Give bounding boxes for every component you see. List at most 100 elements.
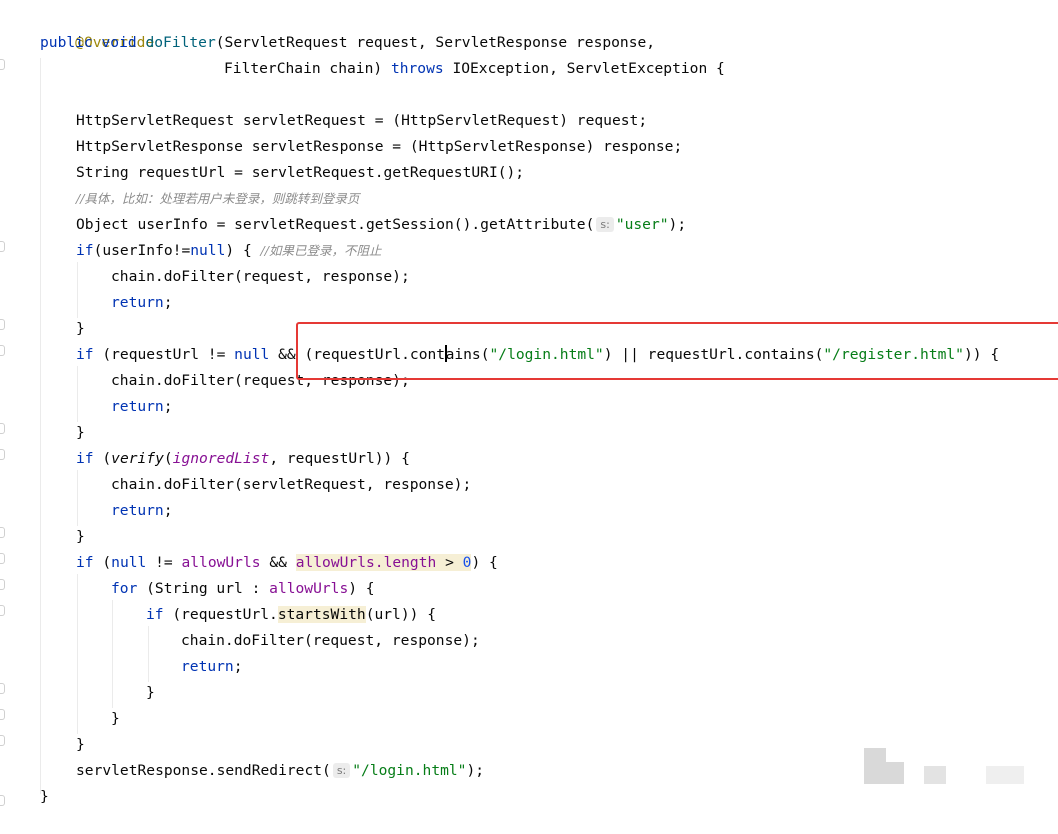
highlighted-field: allowUrls.length [295, 554, 437, 571]
fold-marker[interactable] [0, 735, 5, 746]
code-text: chain.doFilter(servletRequest, response)… [111, 476, 472, 493]
code-text: servletResponse.sendRedirect( [76, 762, 331, 779]
fold-marker[interactable] [0, 59, 5, 70]
code-text: (String url : [137, 580, 270, 597]
fold-marker[interactable] [0, 683, 5, 694]
brace: } [40, 788, 49, 805]
code-line: Object userInfo = servletRequest.getSess… [76, 212, 686, 238]
code-text: ; [163, 502, 173, 519]
code-line: if (verify(ignoredList, requestUrl)) { [76, 446, 410, 472]
string-literal: "user" [615, 216, 669, 233]
method-name: doFilter [145, 34, 216, 51]
keyword: null [111, 554, 147, 571]
code-line: //具体，比如：处理若用户未登录，则跳转到登录页 [76, 186, 359, 212]
code-line: return; [111, 498, 173, 524]
code-line: @Override [40, 4, 154, 51]
code-line: } [146, 680, 155, 706]
brace: } [111, 710, 120, 727]
code-text: && [260, 554, 296, 571]
keyword: throws [390, 60, 444, 77]
code-text: String requestUrl = servletRequest.getRe… [76, 164, 525, 181]
parameter-hint: s: [596, 217, 614, 232]
fold-marker[interactable] [0, 527, 5, 538]
code-line: } [76, 732, 85, 758]
indent-guide [77, 574, 78, 734]
code-text: ) { [225, 242, 261, 259]
brace: } [76, 424, 85, 441]
code-text: ( [93, 450, 112, 467]
keyword: if [76, 242, 94, 259]
code-text: HttpServletResponse servletResponse = (H… [76, 138, 683, 155]
code-line: HttpServletRequest servletRequest = (Htt… [76, 108, 647, 134]
highlighted-expression: allowUrls.length > 0 [295, 554, 472, 571]
code-line: } [76, 420, 85, 446]
code-line: for (String url : allowUrls) { [111, 576, 375, 602]
code-line: if (null != allowUrls && allowUrls.lengt… [76, 550, 498, 576]
code-text: (requestUrl != [93, 346, 235, 363]
code-text: (userInfo!= [93, 242, 191, 259]
fold-marker[interactable] [0, 795, 5, 806]
keyword: if [76, 554, 94, 571]
code-line: } [76, 316, 85, 342]
fold-marker[interactable] [0, 423, 5, 434]
keyword: if [146, 606, 164, 623]
code-text: chain.doFilter(request, response); [111, 268, 410, 285]
brace: } [76, 528, 85, 545]
code-text: ); [466, 762, 485, 779]
code-text: FilterChain chain) [224, 60, 391, 77]
fold-marker[interactable] [0, 709, 5, 720]
indent-guide [77, 262, 78, 318]
code-line: servletResponse.sendRedirect(s: "/login.h… [76, 758, 484, 784]
fold-marker[interactable] [0, 449, 5, 460]
code-text: ) { [348, 580, 375, 597]
code-text: chain.doFilter(request, response); [181, 632, 480, 649]
code-text: Object userInfo = servletRequest.getSess… [76, 216, 595, 233]
fold-marker[interactable] [0, 605, 5, 616]
keyword: null [234, 346, 270, 363]
indent-guide [77, 470, 78, 526]
fold-marker[interactable] [0, 579, 5, 590]
fold-marker[interactable] [0, 345, 5, 356]
code-line: public void doFilter(ServletRequest requ… [40, 30, 655, 56]
code-text: IOException, ServletException { [443, 60, 725, 77]
fold-marker[interactable] [0, 553, 5, 564]
red-highlight-box [296, 322, 1058, 380]
code-line: FilterChain chain) throws IOException, S… [224, 56, 725, 82]
fold-marker[interactable] [0, 241, 5, 252]
comment: //具体，比如：处理若用户未登录，则跳转到登录页 [76, 191, 360, 206]
fold-marker[interactable] [0, 319, 5, 330]
code-line: if(userInfo!=null) { //如果已登录，不阻止 [76, 238, 381, 264]
keyword: if [76, 450, 94, 467]
indent-guide [77, 366, 78, 422]
code-line: } [40, 784, 49, 810]
indent-guide [148, 626, 149, 682]
code-line: return; [111, 394, 173, 420]
code-text: ; [163, 294, 173, 311]
code-line: } [76, 524, 85, 550]
code-text: ); [668, 216, 687, 233]
code-text: (requestUrl. [163, 606, 278, 623]
code-line: chain.doFilter(servletRequest, response)… [111, 472, 471, 498]
code-text: > [436, 554, 463, 571]
keyword: return [111, 294, 164, 311]
method-call: verify [111, 450, 164, 467]
editor-gutter [0, 0, 6, 834]
code-text: ; [163, 398, 173, 415]
brace: } [146, 684, 155, 701]
code-line: String requestUrl = servletRequest.getRe… [76, 160, 524, 186]
brace: } [76, 736, 85, 753]
keyword: void [101, 34, 137, 51]
code-text: ; [233, 658, 243, 675]
code-text: , requestUrl)) { [269, 450, 410, 467]
indent-guide [112, 600, 113, 708]
code-line: return; [111, 290, 173, 316]
keyword: return [181, 658, 234, 675]
code-line: if (requestUrl.startsWith(url)) { [146, 602, 436, 628]
highlighted-method: startsWith [277, 606, 366, 623]
keyword: return [111, 502, 164, 519]
code-text: ) { [471, 554, 498, 571]
code-line: HttpServletResponse servletResponse = (H… [76, 134, 682, 160]
code-text: (url)) { [365, 606, 436, 623]
code-text: HttpServletRequest servletRequest = (Htt… [76, 112, 648, 129]
field-name: allowUrls [181, 554, 261, 571]
